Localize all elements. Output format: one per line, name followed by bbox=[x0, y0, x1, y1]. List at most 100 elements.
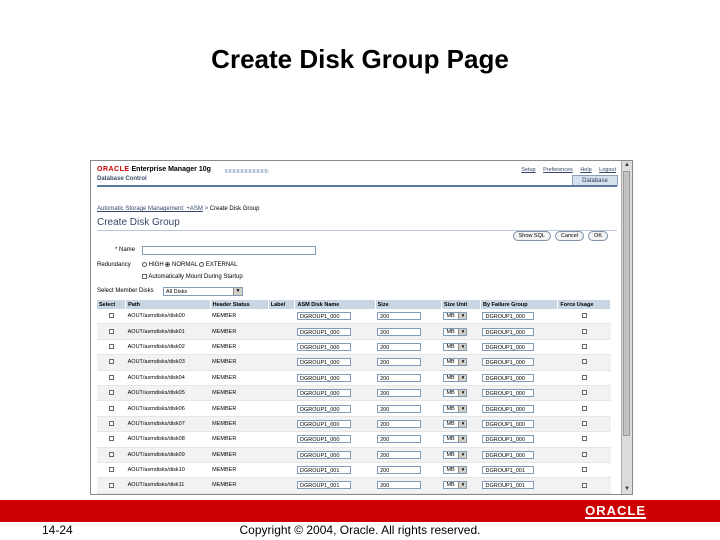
asm-disk-name-input[interactable]: DGROUP1_000 bbox=[296, 450, 351, 459]
size-unit-select[interactable]: MB ▼ bbox=[443, 466, 468, 475]
force-usage-checkbox[interactable] bbox=[581, 405, 587, 411]
failure-group-input[interactable]: DGROUP1_000 bbox=[482, 435, 535, 444]
force-usage-checkbox[interactable] bbox=[581, 436, 587, 442]
chevron-down-icon: ▼ bbox=[458, 313, 467, 320]
size-input[interactable]: 200 bbox=[377, 373, 422, 382]
table-row: AOUT/asmdisks/disk06 MEMBER DGROUP1_000 200… bbox=[97, 400, 611, 417]
breadcrumb-asm-link[interactable]: Automatic Storage Management: +ASM bbox=[97, 206, 203, 212]
size-unit-select[interactable]: MB ▼ bbox=[443, 373, 468, 382]
failure-group-input[interactable]: DGROUP1_000 bbox=[482, 327, 535, 336]
size-input[interactable]: 200 bbox=[377, 327, 422, 336]
failure-group-input[interactable]: DGROUP1_000 bbox=[482, 404, 535, 413]
size-input[interactable]: 200 bbox=[377, 312, 422, 321]
failure-group-input[interactable]: DGROUP1_000 bbox=[482, 373, 535, 382]
size-input[interactable]: 200 bbox=[377, 342, 422, 351]
asm-disk-name-input[interactable]: DGROUP1_000 bbox=[296, 389, 351, 398]
row-select-checkbox[interactable] bbox=[108, 451, 114, 457]
force-usage-checkbox[interactable] bbox=[581, 420, 587, 426]
setup-link[interactable]: Setup bbox=[521, 167, 535, 173]
vertical-scrollbar[interactable]: ▲ ▼ bbox=[621, 161, 632, 494]
row-select-checkbox[interactable] bbox=[108, 405, 114, 411]
size-cell: 200 bbox=[375, 462, 442, 479]
auto-mount-checkbox[interactable] bbox=[142, 274, 147, 279]
failure-group-input[interactable]: DGROUP1_000 bbox=[482, 389, 535, 398]
row-select-checkbox[interactable] bbox=[108, 436, 114, 442]
row-select-checkbox[interactable] bbox=[108, 344, 114, 350]
row-select-checkbox[interactable] bbox=[108, 482, 114, 488]
force-usage-checkbox[interactable] bbox=[581, 482, 587, 488]
failure-group-input[interactable]: DGROUP1_001 bbox=[482, 466, 535, 475]
force-usage-checkbox[interactable] bbox=[581, 359, 587, 365]
asm-disk-name-input[interactable]: DGROUP1_000 bbox=[296, 342, 351, 351]
name-input[interactable] bbox=[142, 246, 316, 255]
breadcrumb: Automatic Storage Management: +ASM > Cre… bbox=[97, 206, 259, 212]
redundancy-high-radio[interactable] bbox=[142, 262, 147, 267]
size-input[interactable]: 200 bbox=[377, 404, 422, 413]
size-input[interactable]: 200 bbox=[377, 435, 422, 444]
failure-group-input[interactable]: DGROUP1_000 bbox=[482, 450, 535, 459]
force-usage-checkbox[interactable] bbox=[581, 344, 587, 350]
size-input[interactable]: 200 bbox=[377, 450, 422, 459]
scroll-up-icon[interactable]: ▲ bbox=[622, 161, 632, 170]
failure-group-input[interactable]: DGROUP1_000 bbox=[482, 419, 535, 428]
failure-group-input[interactable]: DGROUP1_000 bbox=[482, 358, 535, 367]
row-select-checkbox[interactable] bbox=[108, 313, 114, 319]
size-unit-select[interactable]: MB ▼ bbox=[443, 342, 468, 351]
size-unit-select[interactable]: MB ▼ bbox=[443, 327, 468, 336]
asm-disk-name-input[interactable]: DGROUP1_000 bbox=[296, 358, 351, 367]
size-input[interactable]: 200 bbox=[377, 466, 422, 475]
size-unit-select[interactable]: MB ▼ bbox=[443, 435, 468, 444]
row-select-checkbox[interactable] bbox=[108, 420, 114, 426]
row-select-checkbox[interactable] bbox=[108, 467, 114, 473]
help-link[interactable]: Help bbox=[580, 167, 591, 173]
force-usage-checkbox[interactable] bbox=[581, 451, 587, 457]
force-usage-checkbox[interactable] bbox=[581, 313, 587, 319]
row-select-checkbox[interactable] bbox=[108, 328, 114, 334]
force-usage-cell bbox=[557, 309, 611, 325]
preferences-link[interactable]: Preferences bbox=[543, 167, 573, 173]
show-sql-button[interactable]: Show SQL bbox=[512, 231, 551, 241]
size-unit-select[interactable]: MB ▼ bbox=[443, 358, 468, 367]
size-input[interactable]: 200 bbox=[377, 481, 422, 490]
size-unit-select[interactable]: MB ▼ bbox=[443, 312, 468, 321]
force-usage-checkbox[interactable] bbox=[581, 390, 587, 396]
table-row: AOUT/asmdisks/disk11 MEMBER DGROUP1_001 200… bbox=[97, 477, 611, 494]
redundancy-normal-radio[interactable] bbox=[165, 262, 171, 267]
cancel-button[interactable]: Cancel bbox=[554, 231, 585, 241]
ok-button[interactable]: OK bbox=[588, 231, 608, 241]
force-usage-checkbox[interactable] bbox=[581, 467, 587, 473]
failure-group-input[interactable]: DGROUP1_000 bbox=[482, 312, 535, 321]
asm-disk-name-input[interactable]: DGROUP1_001 bbox=[296, 481, 351, 490]
failure-group-input[interactable]: DGROUP1_000 bbox=[482, 342, 535, 351]
force-usage-checkbox[interactable] bbox=[581, 328, 587, 334]
scroll-down-icon[interactable]: ▼ bbox=[622, 485, 632, 494]
asm-disk-name-input[interactable]: DGROUP1_000 bbox=[296, 419, 351, 428]
size-unit-select[interactable]: MB ▼ bbox=[443, 419, 468, 428]
force-usage-checkbox[interactable] bbox=[581, 374, 587, 380]
asm-disk-name-input[interactable]: DGROUP1_000 bbox=[296, 404, 351, 413]
size-unit-select[interactable]: MB ▼ bbox=[443, 450, 468, 459]
size-input[interactable]: 200 bbox=[377, 389, 422, 398]
size-unit-select[interactable]: MB ▼ bbox=[443, 404, 468, 413]
size-unit-select[interactable]: MB ▼ bbox=[443, 389, 468, 398]
logout-link[interactable]: Logout bbox=[599, 167, 616, 173]
failure-group-cell: DGROUP1_001 bbox=[480, 493, 558, 494]
size-unit-select[interactable]: MB ▼ bbox=[443, 481, 468, 490]
row-select-checkbox[interactable] bbox=[108, 390, 114, 396]
table-row: AOUT/asmdisks/disk05 MEMBER DGROUP1_000 200… bbox=[97, 385, 611, 402]
size-input[interactable]: 200 bbox=[377, 419, 422, 428]
row-select-checkbox[interactable] bbox=[108, 359, 114, 365]
redundancy-external-radio[interactable] bbox=[199, 262, 205, 267]
asm-disk-name-input[interactable]: DGROUP1_000 bbox=[296, 435, 351, 444]
asm-disk-name-input[interactable]: DGROUP1_001 bbox=[296, 466, 351, 475]
member-disks-select[interactable]: All Disks ▼ bbox=[163, 287, 243, 296]
force-usage-cell bbox=[557, 385, 611, 402]
failure-group-input[interactable]: DGROUP1_001 bbox=[482, 481, 535, 490]
row-select-checkbox[interactable] bbox=[108, 374, 114, 380]
asm-disk-name-input[interactable]: DGROUP1_000 bbox=[296, 373, 351, 382]
scrollbar-thumb[interactable] bbox=[623, 171, 630, 436]
size-input[interactable]: 200 bbox=[377, 358, 422, 367]
asm-disk-name-input[interactable]: DGROUP1_000 bbox=[296, 327, 351, 336]
size-unit-value: MB bbox=[446, 436, 455, 443]
asm-disk-name-input[interactable]: DGROUP1_000 bbox=[296, 312, 351, 321]
